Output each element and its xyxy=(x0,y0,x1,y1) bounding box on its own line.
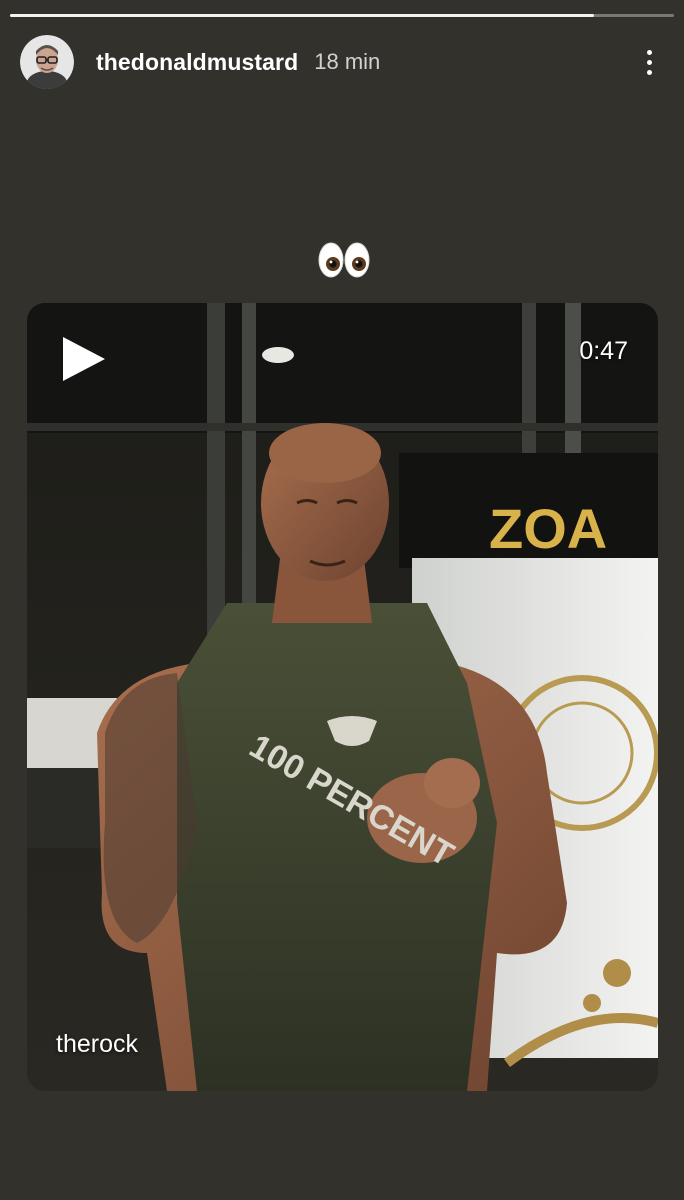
story-viewer[interactable]: thedonaldmustard 18 min ZOA 100 PERCENT … xyxy=(0,0,684,1200)
story-progress-fill xyxy=(10,14,595,17)
shared-video-post[interactable]: ZOA 100 PERCENT 0:47 therock xyxy=(27,303,658,1091)
avatar[interactable] xyxy=(20,35,74,89)
play-icon xyxy=(63,337,105,381)
avatar-image xyxy=(20,35,74,89)
more-options-button[interactable] xyxy=(634,40,664,84)
video-thumbnail: ZOA 100 PERCENT xyxy=(27,303,658,1091)
story-username[interactable]: thedonaldmustard xyxy=(96,49,298,76)
eyes-emoji-sticker[interactable] xyxy=(318,240,370,280)
video-author-username[interactable]: therock xyxy=(56,1030,138,1059)
video-duration: 0:47 xyxy=(579,337,628,365)
more-vertical-icon xyxy=(646,49,652,55)
eyes-emoji-icon xyxy=(318,242,370,278)
story-progress-bar xyxy=(10,14,674,17)
story-timestamp: 18 min xyxy=(314,49,381,74)
sign-text: ZOA xyxy=(489,497,607,560)
play-button[interactable] xyxy=(59,333,109,385)
story-header: thedonaldmustard 18 min xyxy=(20,34,664,90)
